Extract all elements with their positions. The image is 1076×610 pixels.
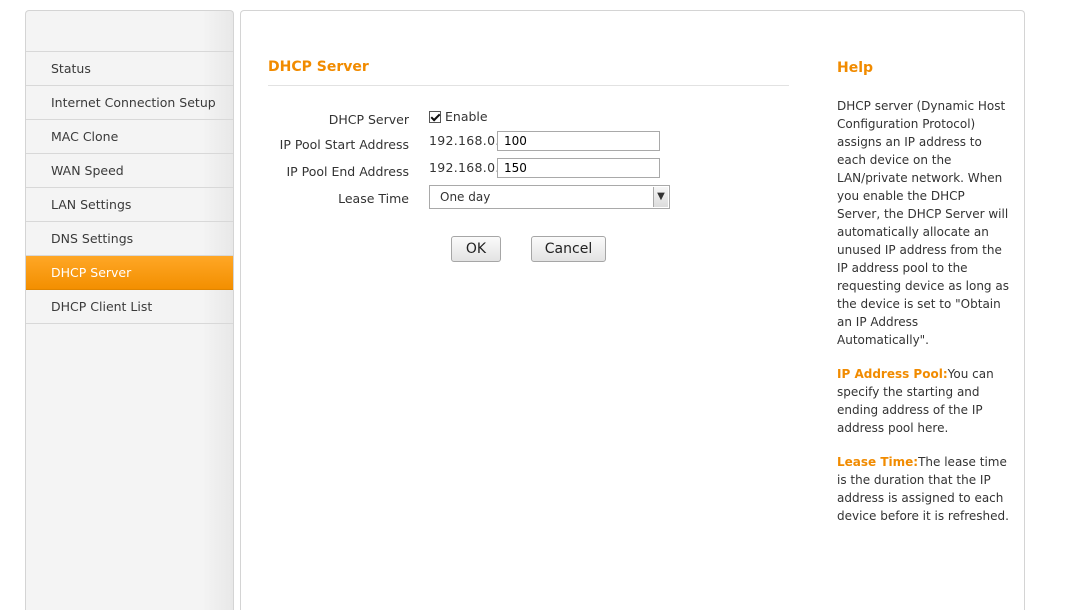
chevron-down-icon[interactable]: ▼	[653, 187, 668, 207]
help-lease-paragraph: Lease Time:The lease time is the duratio…	[837, 453, 1009, 525]
help-lease-term: Lease Time:	[837, 455, 919, 469]
sidebar-nav: Status Internet Connection Setup MAC Clo…	[25, 10, 234, 610]
sidebar-item-dns-settings[interactable]: DNS Settings	[26, 222, 233, 256]
sidebar-header-band	[26, 11, 233, 52]
enable-label: Enable	[445, 109, 488, 124]
sidebar-item-wan-speed[interactable]: WAN Speed	[26, 154, 233, 188]
sidebar-item-internet-connection-setup[interactable]: Internet Connection Setup	[26, 86, 233, 120]
cancel-button[interactable]: Cancel	[531, 236, 606, 262]
pool-start-row: IP Pool Start Address 192.168.0.	[241, 131, 818, 155]
pool-end-row: IP Pool End Address 192.168.0.	[241, 158, 818, 182]
enable-control: Enable	[429, 108, 488, 132]
page-title: DHCP Server	[268, 59, 369, 75]
pool-start-prefix: 192.168.0.	[429, 133, 500, 148]
sidebar-item-status[interactable]: Status	[26, 52, 233, 86]
help-body: DHCP server (Dynamic Host Configuration …	[837, 97, 1009, 541]
help-pool-paragraph: IP Address Pool:You can specify the star…	[837, 365, 1009, 437]
sidebar-menu: Status Internet Connection Setup MAC Clo…	[26, 52, 233, 324]
pool-end-input[interactable]	[497, 158, 660, 178]
sidebar-item-dhcp-client-list[interactable]: DHCP Client List	[26, 290, 233, 324]
dhcp-server-row: DHCP Server Enable	[241, 108, 818, 132]
title-divider	[268, 85, 789, 86]
enable-checkbox[interactable]	[429, 111, 441, 123]
pool-end-control: 192.168.0.	[429, 158, 660, 182]
pool-start-input[interactable]	[497, 131, 660, 151]
lease-time-row: Lease Time One day ▼	[241, 185, 818, 209]
lease-time-value: One day	[440, 190, 491, 204]
lease-time-select[interactable]: One day ▼	[429, 185, 670, 209]
main-panel: DHCP Server DHCP Server Enable IP Pool S…	[240, 10, 817, 610]
pool-start-control: 192.168.0.	[429, 131, 660, 155]
help-pool-term: IP Address Pool:	[837, 367, 948, 381]
pool-start-label: IP Pool Start Address	[279, 137, 409, 152]
sidebar-item-dhcp-server[interactable]: DHCP Server	[26, 256, 233, 290]
pool-end-label: IP Pool End Address	[286, 164, 409, 179]
lease-time-label: Lease Time	[338, 191, 409, 206]
sidebar-item-lan-settings[interactable]: LAN Settings	[26, 188, 233, 222]
sidebar-item-mac-clone[interactable]: MAC Clone	[26, 120, 233, 154]
ok-button[interactable]: OK	[451, 236, 501, 262]
dhcp-server-label: DHCP Server	[328, 112, 409, 127]
help-title: Help	[837, 60, 874, 76]
help-panel: Help DHCP server (Dynamic Host Configura…	[816, 10, 1025, 610]
pool-end-prefix: 192.168.0.	[429, 160, 500, 175]
help-intro: DHCP server (Dynamic Host Configuration …	[837, 99, 1009, 347]
